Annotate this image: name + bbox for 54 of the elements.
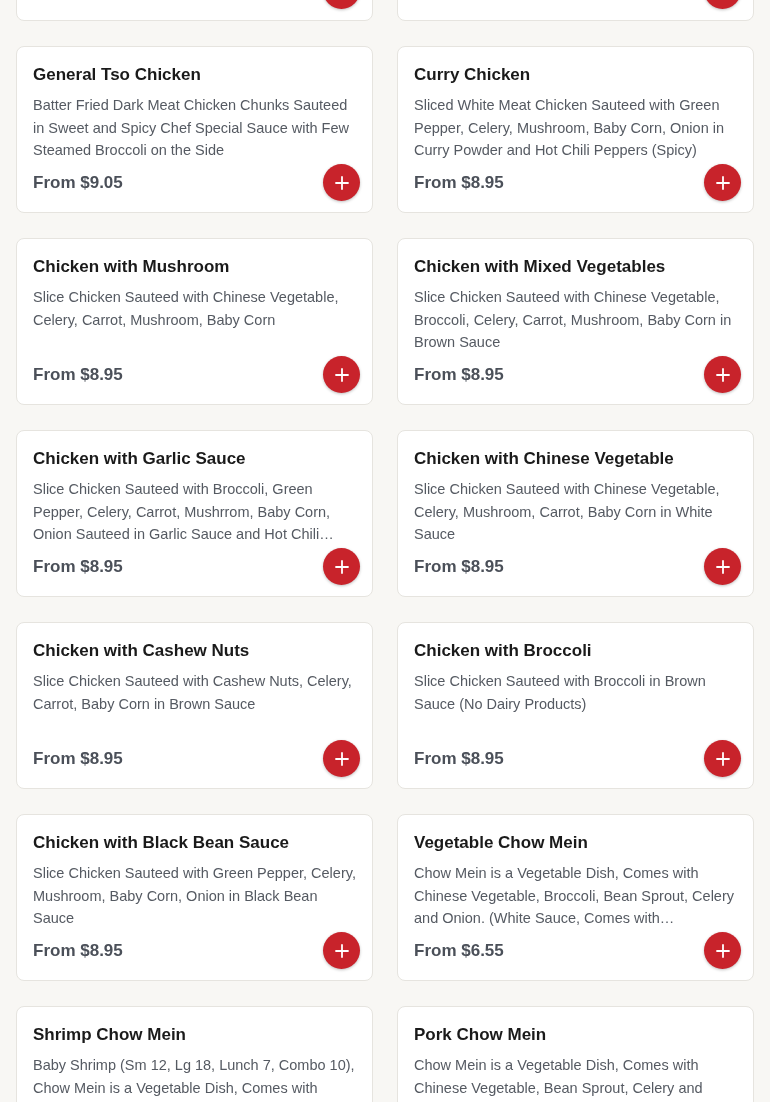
- add-button[interactable]: [704, 740, 741, 777]
- dish-name: Chicken with Chinese Vegetable: [414, 448, 675, 470]
- dish-description: Slice Chicken Sauteed with Green Pepper, Celery, Mushroom, Baby Corn, Onion in Black Bean Sauce: [33, 864, 357, 928]
- price: From $6.55: [414, 940, 504, 961]
- price: From $8.95: [33, 364, 123, 385]
- add-button[interactable]: [704, 164, 741, 201]
- dish-name: Chicken with Black Bean Sauce: [33, 832, 291, 854]
- plus-icon: [715, 175, 730, 190]
- dish-name: General Tso Chicken: [33, 64, 202, 86]
- dish-name: Vegetable Chow Mein: [414, 832, 589, 854]
- dish-description: Sliced White Meat Chicken Sauteed with Green Pepper, Celery, Mushroom, Baby Corn, Onion in Curry Powder and Hot Chili Peppers (Spicy): [414, 96, 725, 160]
- dish-name: Shrimp Chow Mein: [33, 1024, 187, 1046]
- dish-description: Slice Chicken Sauteed with Chinese Vegetable, Broccoli, Celery, Carrot, Mushroom, Baby Corn in Brown Sauce: [414, 288, 733, 352]
- dish-name: Pork Chow Mein: [414, 1024, 548, 1046]
- dish-name: Chicken with Cashew Nuts: [33, 640, 251, 662]
- price: From $8.95: [414, 364, 504, 385]
- dish-description: Slice Chicken Sauteed with Chinese Vegetable, Celery, Carrot, Mushroom, Baby Corn: [33, 288, 340, 330]
- dish-name: Chicken with Mixed Vegetables: [414, 256, 667, 278]
- dish-description: Slice Chicken Sauteed with Chinese Vegetable, Celery, Mushroom, Carrot, Baby Corn in White Sauce: [414, 480, 721, 544]
- plus-icon: [334, 367, 349, 382]
- dish-description: Chow Mein is a Vegetable Dish, Comes with Chinese Vegetable, Broccoli, Bean Sprout, Celery and Onion. (White Sauce, Comes with…: [414, 864, 735, 928]
- dish-description: Baby Shrimp (Sm 12, Lg 18, Lunch 7, Combo 10), Chow Mein is a Vegetable Dish, Comes with: [33, 1056, 356, 1098]
- price: From $8.95: [414, 172, 504, 193]
- dish-description: Slice Chicken Sauteed with Cashew Nuts, Celery, Carrot, Baby Corn in Brown Sauce: [33, 672, 353, 714]
- add-button[interactable]: [323, 740, 360, 777]
- price: From $8.95: [414, 556, 504, 577]
- add-button[interactable]: [323, 164, 360, 201]
- dish-name: Chicken with Mushroom: [33, 256, 231, 278]
- plus-icon: [334, 559, 349, 574]
- plus-icon: [715, 751, 730, 766]
- add-button[interactable]: [323, 932, 360, 969]
- dish-description: Batter Fried Dark Meat Chicken Chunks Sauteed in Sweet and Spicy Chef Special Sauce with Few Steamed Broccoli on the Side: [33, 96, 350, 160]
- dish-name: Chicken with Garlic Sauce: [33, 448, 247, 470]
- dish-name: Chicken with Broccoli: [414, 640, 593, 662]
- plus-icon: [715, 367, 730, 382]
- price: From $8.95: [414, 748, 504, 769]
- price: From $8.95: [33, 940, 123, 961]
- dish-description: Chow Mein is a Vegetable Dish, Comes with Chinese Vegetable, Bean Sprout, Celery and: [414, 1056, 704, 1098]
- dish-description: Slice Chicken Sauteed with Broccoli in Brown Sauce (No Dairy Products): [414, 672, 707, 714]
- add-button[interactable]: [704, 548, 741, 585]
- add-button[interactable]: [704, 932, 741, 969]
- plus-icon: [334, 943, 349, 958]
- dish-name: Curry Chicken: [414, 64, 532, 86]
- dish-description: Slice Chicken Sauteed with Broccoli, Green Pepper, Celery, Carrot, Mushrrom, Baby Corn, Onion Sauteed in Garlic Sauce and Hot Chili…: [33, 480, 335, 544]
- add-button[interactable]: [323, 356, 360, 393]
- price: From $8.95: [33, 556, 123, 577]
- price: From $8.95: [33, 748, 123, 769]
- plus-icon: [715, 559, 730, 574]
- plus-icon: [334, 751, 349, 766]
- price: From $9.05: [33, 172, 123, 193]
- add-button[interactable]: [704, 356, 741, 393]
- add-button[interactable]: [323, 548, 360, 585]
- plus-icon: [334, 175, 349, 190]
- plus-icon: [715, 943, 730, 958]
